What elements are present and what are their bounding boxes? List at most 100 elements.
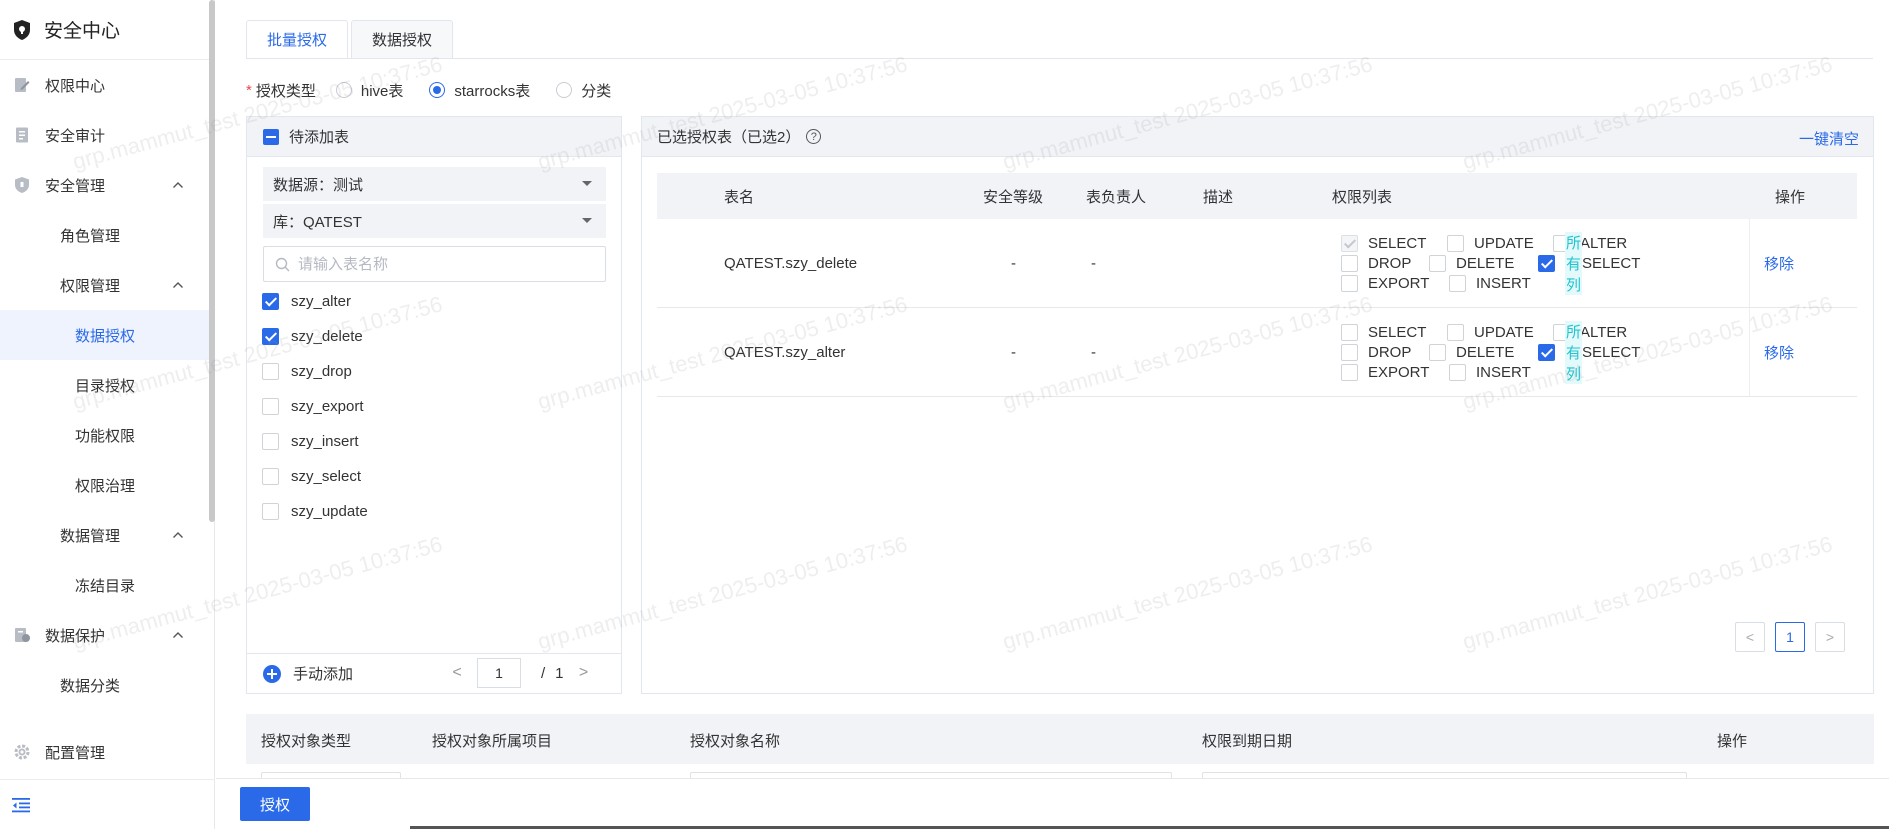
sidebar-item-function-permission[interactable]: 功能权限 [0, 410, 209, 460]
sidebar-item-data-authorization[interactable]: 数据授权 [0, 310, 209, 360]
sidebar-item-frozen-catalog[interactable]: 冻结目录 [0, 560, 209, 610]
radio-circle[interactable] [429, 82, 446, 98]
database-select[interactable]: 库：QATEST [263, 204, 606, 238]
sidebar-item-data-classification[interactable]: 数据分类 [0, 660, 209, 710]
perm-export[interactable]: EXPORT [1341, 274, 1429, 292]
perm-insert[interactable]: INSERT [1449, 274, 1531, 292]
remove-button[interactable]: 移除 [1764, 219, 1794, 307]
perm-checkbox[interactable] [1341, 274, 1358, 292]
grant-button[interactable]: 授权 [240, 787, 310, 821]
sidebar-item-role-management[interactable]: 角色管理 [0, 210, 209, 260]
perm-update[interactable]: UPDATE [1447, 323, 1534, 341]
sidebar-item-permission-center[interactable]: 权限中心 [0, 60, 209, 110]
perm-checkbox[interactable] [1449, 274, 1466, 292]
table-checkbox[interactable] [262, 328, 279, 345]
sidebar-item-data-management[interactable]: 数据管理 [0, 510, 209, 560]
perm-select-all-columns[interactable]: 所有列 SELECT [1538, 231, 1640, 295]
radio-hive-table[interactable]: hive表 [335, 80, 403, 101]
perm-select[interactable]: SELECT [1341, 234, 1426, 252]
clear-all-button[interactable]: 一键清空 [1799, 128, 1859, 149]
table-checkbox[interactable] [262, 293, 279, 310]
radio-circle[interactable] [556, 82, 573, 98]
collapse-menu-icon[interactable] [12, 797, 30, 813]
database-value: 库：QATEST [273, 213, 362, 231]
selected-tables-table: 表名 安全等级 表负责人 描述 权限列表 操作 QATEST.szy_delet… [657, 173, 1857, 397]
operation-cell: 移除 [1749, 219, 1857, 307]
tab-divider [246, 58, 1873, 59]
radio-circle[interactable] [335, 82, 352, 98]
perm-drop[interactable]: DROP [1341, 254, 1411, 272]
perm-checkbox[interactable] [1341, 234, 1358, 252]
row-owner: - [1091, 343, 1096, 361]
help-icon[interactable]: ? [806, 129, 822, 144]
prev-page-button[interactable]: < [447, 664, 467, 682]
perm-delete[interactable]: DELETE [1429, 343, 1514, 361]
list-item[interactable]: szy_alter [262, 284, 368, 319]
document-icon [13, 126, 31, 144]
select-all-checkbox[interactable] [263, 128, 279, 145]
sidebar-item-catalog-authorization[interactable]: 目录授权 [0, 360, 209, 410]
plus-circle-icon [263, 664, 281, 683]
table-checkbox[interactable] [262, 433, 279, 450]
perm-checkbox[interactable] [1538, 343, 1555, 361]
selected-tables-header: 已选授权表（已选2） ? 一键清空 [642, 117, 1873, 157]
pending-tables-footer: 手动添加 < 1 / 1 > [247, 653, 621, 693]
list-item[interactable]: szy_select [262, 459, 368, 494]
list-item[interactable]: szy_insert [262, 424, 368, 459]
perm-checkbox[interactable] [1341, 343, 1358, 361]
selected-tables-title: 已选授权表（已选2） [657, 129, 801, 146]
perm-delete[interactable]: DELETE [1429, 254, 1514, 272]
manual-add-button[interactable]: 手动添加 [263, 663, 353, 684]
radio-classification[interactable]: 分类 [556, 80, 611, 101]
perm-select-all-columns[interactable]: 所有列 SELECT [1538, 320, 1640, 384]
list-item[interactable]: szy_drop [262, 354, 368, 389]
perm-checkbox[interactable] [1429, 254, 1446, 272]
page-1-button[interactable]: 1 [1775, 622, 1805, 652]
sidebar-item-data-protection[interactable]: 数据保护 [0, 610, 209, 660]
sidebar-item-label: 目录授权 [75, 377, 136, 395]
page-number-input[interactable]: 1 [477, 658, 521, 688]
perm-select[interactable]: SELECT [1341, 323, 1426, 341]
perm-update[interactable]: UPDATE [1447, 234, 1534, 252]
sidebar-item-permission-management[interactable]: 权限管理 [0, 260, 209, 310]
tab-batch-authorization[interactable]: 批量授权 [246, 20, 349, 58]
next-page-button[interactable]: > [574, 664, 594, 682]
sidebar-item-config-management[interactable]: 配置管理 [0, 727, 209, 777]
perm-drop[interactable]: DROP [1341, 343, 1411, 361]
table-checkbox[interactable] [262, 398, 279, 415]
perm-export[interactable]: EXPORT [1341, 363, 1430, 381]
perm-checkbox[interactable] [1341, 363, 1358, 381]
table-checkbox[interactable] [262, 503, 279, 520]
remove-button[interactable]: 移除 [1764, 308, 1794, 396]
list-item[interactable]: szy_delete [262, 319, 368, 354]
sidebar-item-security-audit[interactable]: 安全审计 [0, 110, 209, 160]
col-header-operation: 操作 [1775, 188, 1806, 206]
perm-checkbox[interactable] [1447, 234, 1464, 252]
datasource-select[interactable]: 数据源：测试 [263, 167, 606, 201]
perm-label: EXPORT [1368, 363, 1430, 381]
perm-checkbox[interactable] [1429, 343, 1446, 361]
perm-checkbox[interactable] [1449, 363, 1466, 381]
sidebar-item-permission-governance[interactable]: 权限治理 [0, 460, 209, 510]
all-columns-tag[interactable]: 所有列 [1565, 231, 1583, 295]
sidebar-scrollbar[interactable] [209, 0, 215, 522]
protected-doc-icon [13, 626, 31, 644]
perm-checkbox[interactable] [1447, 323, 1464, 341]
table-header-row: 表名 安全等级 表负责人 描述 权限列表 操作 [657, 173, 1857, 219]
prev-page-button[interactable]: < [1735, 622, 1765, 652]
list-item[interactable]: szy_export [262, 389, 368, 424]
next-page-button[interactable]: > [1815, 622, 1845, 652]
sidebar-item-security-management[interactable]: 安全管理 [0, 160, 209, 210]
list-item[interactable]: szy_update [262, 494, 368, 529]
table-search-input[interactable] [298, 255, 588, 273]
radio-starrocks-table[interactable]: starrocks表 [429, 80, 530, 101]
all-columns-tag[interactable]: 所有列 [1565, 320, 1583, 384]
perm-checkbox[interactable] [1538, 254, 1555, 272]
perm-checkbox[interactable] [1341, 254, 1358, 272]
perm-insert[interactable]: INSERT [1449, 363, 1531, 381]
perm-label: UPDATE [1474, 323, 1534, 341]
perm-checkbox[interactable] [1341, 323, 1358, 341]
table-checkbox[interactable] [262, 363, 279, 380]
table-checkbox[interactable] [262, 468, 279, 485]
tab-data-authorization[interactable]: 数据授权 [351, 20, 454, 58]
